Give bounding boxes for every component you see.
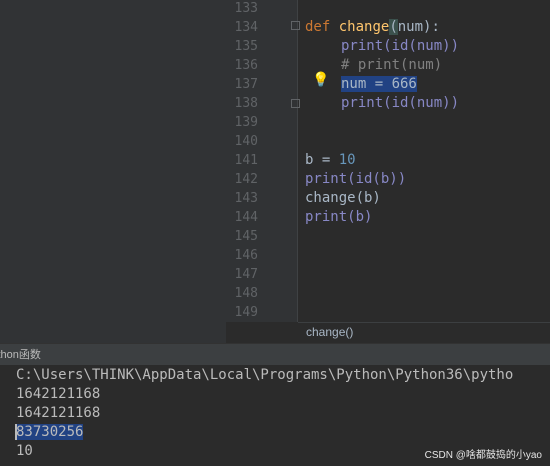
selected-output: 83730256	[16, 424, 84, 440]
fold-marker-icon[interactable]	[291, 99, 300, 108]
selected-text: num = 666	[341, 76, 417, 92]
function-name: change	[338, 19, 390, 35]
console-line: 10	[16, 443, 33, 459]
code-line-141: b = 10	[305, 151, 356, 170]
console-line: 1642121168	[16, 386, 101, 402]
code-line-144: print(b)	[305, 209, 373, 225]
assign-target: b =	[305, 152, 339, 168]
line-number: 140	[234, 134, 258, 149]
console-line: C:\Users\THINK\AppData\Local\Programs\Py…	[16, 367, 514, 383]
line-number: 144	[234, 210, 258, 225]
line-number: 135	[234, 39, 258, 54]
code-line-def: def change(num):	[305, 19, 440, 35]
code-line-comment: # print(num)	[341, 57, 443, 73]
code-line-143: change(b)	[305, 190, 381, 206]
console-line: 1642121168	[16, 405, 101, 421]
code-line-138: print(id(num))	[341, 95, 460, 111]
run-tab[interactable]: ython函数	[0, 344, 49, 366]
number-literal: 10	[338, 152, 356, 168]
console-line: 83730256	[16, 423, 84, 442]
code-line-selected: num = 666	[341, 75, 417, 94]
text-caret	[15, 424, 17, 440]
line-number: 149	[234, 305, 258, 320]
line-number: 147	[234, 267, 258, 282]
watermark: CSDN @啥都鼓捣的小yao	[424, 450, 542, 461]
line-number: 137	[234, 77, 258, 92]
project-panel	[0, 0, 226, 343]
breadcrumb[interactable]: change()	[306, 325, 353, 339]
line-number: 146	[234, 248, 258, 263]
line-number: 134	[234, 20, 258, 35]
keyword: def	[305, 19, 331, 35]
line-number: 142	[234, 172, 258, 187]
breadcrumb-bar: change()	[298, 322, 550, 344]
fold-marker-icon[interactable]	[291, 21, 300, 30]
line-number: 139	[234, 115, 258, 130]
code-line-142: print(id(b))	[305, 171, 407, 187]
line-number: 133	[234, 1, 258, 16]
lightbulb-icon[interactable]: 💡	[312, 73, 329, 87]
line-number: 141	[234, 153, 258, 168]
line-number: 145	[234, 229, 258, 244]
run-tab-bar: ython函数	[0, 343, 550, 366]
code-line-135: print(id(num))	[341, 38, 460, 54]
param-name: num	[397, 19, 424, 35]
def-tail: ):	[423, 19, 440, 35]
line-number: 138	[234, 96, 258, 111]
line-number: 148	[234, 286, 258, 301]
line-number: 136	[234, 58, 258, 73]
line-number: 143	[234, 191, 258, 206]
